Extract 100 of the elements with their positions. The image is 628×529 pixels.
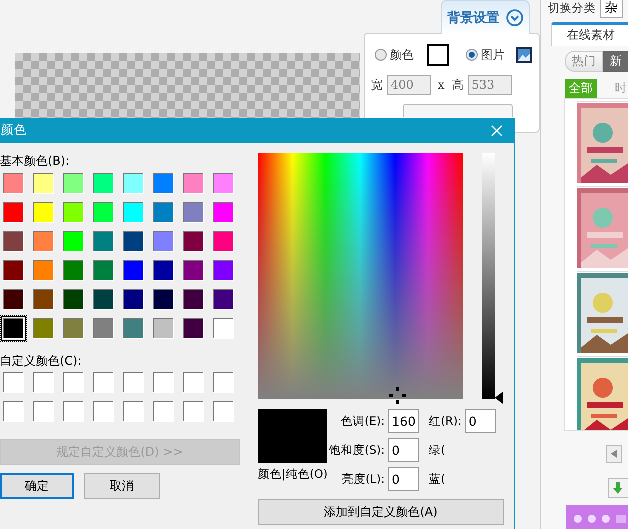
color-swatch[interactable]: [121, 287, 146, 312]
custom-color-swatch[interactable]: [151, 399, 176, 424]
color-swatch[interactable]: [31, 229, 56, 254]
color-swatch[interactable]: [121, 229, 146, 254]
color-swatch[interactable]: [91, 258, 116, 283]
download-button[interactable]: [608, 478, 628, 498]
value-field[interactable]: 160: [388, 409, 420, 433]
solid-color-label: 颜色|纯色(O): [258, 467, 329, 482]
color-swatch[interactable]: [31, 258, 56, 283]
color-swatch[interactable]: [151, 287, 176, 312]
color-swatch[interactable]: [211, 287, 236, 312]
ok-button[interactable]: 确定: [0, 473, 74, 499]
color-swatch[interactable]: [91, 200, 116, 225]
color-swatch[interactable]: [181, 258, 206, 283]
option-label: 图片: [481, 46, 505, 64]
category-dropdown[interactable]: 杂: [600, 0, 623, 18]
custom-color-swatch[interactable]: [31, 370, 56, 395]
custom-color-swatch[interactable]: [91, 399, 116, 424]
color-swatch[interactable]: [31, 171, 56, 196]
custom-color-swatch[interactable]: [91, 370, 116, 395]
crosshair-icon: [389, 387, 406, 404]
color-swatch[interactable]: [61, 287, 86, 312]
color-preview: [258, 409, 327, 463]
custom-color-swatch[interactable]: [31, 399, 56, 424]
field-label: 绿(: [429, 442, 446, 458]
custom-color-swatch[interactable]: [211, 370, 236, 395]
custom-color-swatch[interactable]: [181, 370, 206, 395]
color-swatch[interactable]: [91, 171, 116, 196]
width-field[interactable]: 400: [387, 75, 431, 95]
custom-color-swatch[interactable]: [121, 370, 146, 395]
image-icon[interactable]: [516, 47, 532, 63]
height-field[interactable]: 533: [468, 75, 512, 95]
value-field[interactable]: 0: [388, 467, 420, 491]
cancel-button[interactable]: 取消: [84, 473, 160, 499]
field-label: 红(R):: [429, 414, 462, 428]
custom-color-swatch[interactable]: [151, 370, 176, 395]
color-swatch[interactable]: [91, 229, 116, 254]
color-swatch[interactable]: [1, 287, 26, 312]
segment-tab[interactable]: 新: [603, 51, 628, 72]
color-swatch[interactable]: [91, 316, 116, 341]
custom-color-swatch[interactable]: [121, 399, 146, 424]
color-swatch[interactable]: [1, 171, 26, 196]
color-swatch[interactable]: [121, 200, 146, 225]
color-swatch[interactable]: [31, 200, 56, 225]
radio-button[interactable]: [466, 49, 478, 61]
custom-color-swatch[interactable]: [181, 399, 206, 424]
close-icon[interactable]: [491, 124, 503, 136]
color-swatch[interactable]: [121, 316, 146, 341]
color-swatch[interactable]: [1, 200, 26, 225]
color-swatch[interactable]: [121, 171, 146, 196]
color-swatch[interactable]: [211, 316, 236, 341]
color-swatch[interactable]: [61, 258, 86, 283]
color-spectrum[interactable]: [258, 153, 463, 399]
color-swatch[interactable]: [1, 229, 26, 254]
down-arrow-icon: [613, 482, 623, 494]
width-label: 宽: [371, 76, 383, 94]
color-swatch[interactable]: [61, 171, 86, 196]
color-swatch[interactable]: [61, 316, 86, 341]
color-swatch[interactable]: [61, 200, 86, 225]
color-swatch[interactable]: [1, 316, 26, 341]
field-label: 蓝(: [429, 472, 446, 486]
color-swatch[interactable]: [31, 287, 56, 312]
category-label: 切换分类: [548, 0, 596, 16]
color-swatch[interactable]: [181, 171, 206, 196]
color-swatch[interactable]: [151, 171, 176, 196]
value-field[interactable]: 0: [388, 438, 420, 462]
custom-color-swatch[interactable]: [1, 370, 26, 395]
color-swatch[interactable]: [181, 316, 206, 341]
color-swatch[interactable]: [151, 229, 176, 254]
custom-color-swatch[interactable]: [61, 399, 86, 424]
value-field[interactable]: 0: [464, 409, 496, 433]
custom-color-swatch[interactable]: [211, 399, 236, 424]
color-swatch[interactable]: [181, 287, 206, 312]
color-swatch[interactable]: [427, 44, 449, 66]
slider-arrow-icon[interactable]: [495, 392, 503, 404]
color-swatch[interactable]: [151, 258, 176, 283]
color-swatch[interactable]: [211, 200, 236, 225]
previous-page-button[interactable]: [606, 445, 622, 463]
color-swatch[interactable]: [211, 171, 236, 196]
color-swatch[interactable]: [211, 229, 236, 254]
custom-color-swatch[interactable]: [61, 370, 86, 395]
color-swatch[interactable]: [1, 258, 26, 283]
settings-tab[interactable]: 背景设置: [441, 0, 530, 34]
height-label: 高: [452, 76, 464, 94]
field-label: 色调(E):: [340, 414, 386, 428]
color-swatch[interactable]: [151, 200, 176, 225]
color-swatch[interactable]: [181, 229, 206, 254]
luminance-bar[interactable]: [482, 153, 495, 399]
color-swatch[interactable]: [151, 316, 176, 341]
color-swatch[interactable]: [211, 258, 236, 283]
materials-tab[interactable]: 在线素材: [551, 22, 628, 46]
color-swatch[interactable]: [121, 258, 146, 283]
add-custom-color-button[interactable]: 添加到自定义颜色(A): [258, 499, 504, 525]
color-swatch[interactable]: [91, 287, 116, 312]
custom-color-swatch[interactable]: [1, 399, 26, 424]
color-swatch[interactable]: [31, 316, 56, 341]
chevron-down-icon: [506, 8, 524, 26]
color-swatch[interactable]: [61, 229, 86, 254]
color-swatch[interactable]: [181, 200, 206, 225]
radio-button[interactable]: [375, 49, 387, 61]
